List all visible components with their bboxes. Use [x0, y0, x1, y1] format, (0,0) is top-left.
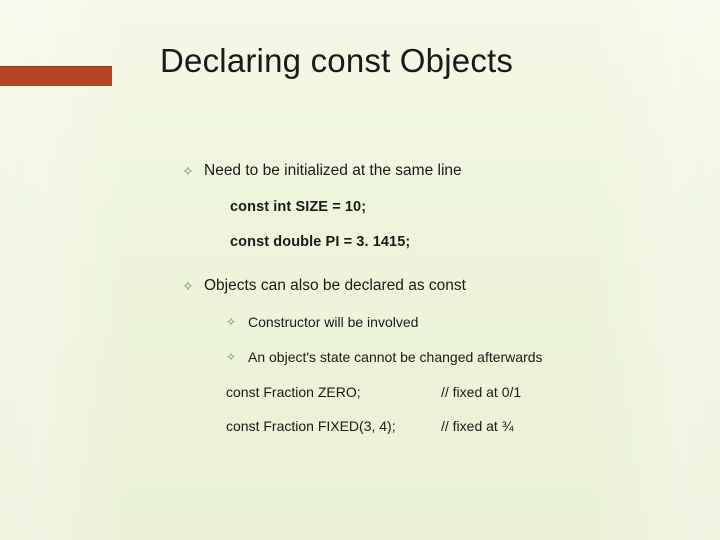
code-comment: // fixed at 0/1: [441, 384, 521, 401]
code-line: const double PI = 3. 1415;: [230, 234, 680, 251]
code-row: const Fraction ZERO; // fixed at 0/1: [226, 384, 680, 401]
bullet-text: Need to be initialized at the same line: [204, 162, 462, 179]
slide-content: ✧ Need to be initialized at the same lin…: [182, 162, 680, 449]
diamond-icon: ✧: [226, 350, 236, 364]
code-text: const Fraction ZERO;: [226, 384, 441, 401]
accent-bar: [0, 66, 112, 86]
diamond-icon: ✧: [182, 278, 194, 295]
bullet-text: Constructor will be involved: [248, 314, 418, 330]
list-item: ✧ Objects can also be declared as const …: [182, 277, 680, 435]
diamond-icon: ✧: [182, 163, 194, 180]
code-comment: // fixed at ¾: [441, 418, 513, 435]
list-item: ✧ An object's state cannot be changed af…: [226, 349, 680, 366]
bullet-text: An object's state cannot be changed afte…: [248, 349, 543, 365]
list-item: ✧ Constructor will be involved: [226, 314, 680, 331]
list-item: ✧ Need to be initialized at the same lin…: [182, 162, 680, 251]
page-title: Declaring const Objects: [160, 42, 513, 80]
code-row: const Fraction FIXED(3, 4); // fixed at …: [226, 418, 680, 435]
code-line: const int SIZE = 10;: [230, 199, 680, 216]
code-text: const Fraction FIXED(3, 4);: [226, 418, 441, 435]
bullet-text: Objects can also be declared as const: [204, 277, 466, 294]
diamond-icon: ✧: [226, 315, 236, 329]
